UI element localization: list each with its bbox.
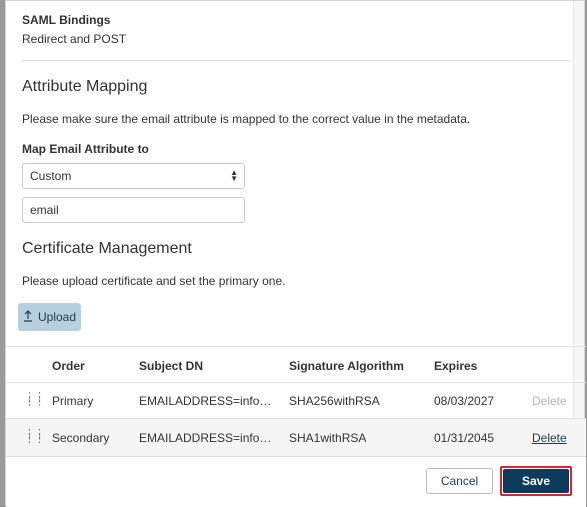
certificate-management-description: Please upload certificate and set the pr…: [22, 274, 286, 288]
attribute-mapping-heading: Attribute Mapping: [22, 78, 148, 95]
save-button[interactable]: Save: [503, 469, 569, 493]
email-attribute-select[interactable]: Custom ▲ ▼: [22, 163, 245, 189]
row-expires: 08/03/2027: [434, 394, 495, 408]
table-row: ⋮⋮⋮⋮ Primary EMAILADDRESS=info@okt… SHA2…: [6, 382, 586, 418]
row-subject-dn: EMAILADDRESS=info@okt…: [139, 394, 279, 408]
column-header-order: Order: [52, 359, 85, 373]
column-header-subject-dn: Subject DN: [139, 359, 204, 373]
row-order: Secondary: [52, 431, 110, 445]
table-row: ⋮⋮⋮⋮ Secondary EMAILADDRESS=info@okt… SH…: [6, 418, 586, 456]
email-attribute-input[interactable]: email: [22, 197, 245, 223]
column-header-expires: Expires: [434, 359, 478, 373]
saml-bindings-label: SAML Bindings: [22, 13, 111, 27]
cancel-button[interactable]: Cancel: [426, 468, 493, 494]
saml-bindings-value: Redirect and POST: [22, 32, 127, 46]
divider: [22, 60, 570, 61]
row-signature-algorithm: SHA1withRSA: [289, 431, 367, 445]
row-expires: 01/31/2045: [434, 431, 495, 445]
column-header-signature-algorithm: Signature Algorithm: [289, 359, 404, 373]
settings-modal: SAML Bindings Redirect and POST Attribut…: [5, 0, 586, 507]
map-email-label: Map Email Attribute to: [22, 142, 149, 156]
email-attribute-input-value: email: [30, 203, 59, 217]
row-subject-dn: EMAILADDRESS=info@okt…: [139, 431, 279, 445]
drag-handle-icon[interactable]: ⋮⋮ ⋮⋮: [24, 392, 45, 408]
table-header-row: Order Subject DN Signature Algorithm Exp…: [6, 346, 586, 382]
row-order: Primary: [52, 394, 94, 408]
upload-icon: [23, 309, 33, 325]
modal-footer: Cancel Save: [6, 456, 586, 507]
upload-button[interactable]: Upload: [18, 303, 81, 331]
attribute-mapping-description: Please make sure the email attribute is …: [22, 112, 471, 126]
drag-handle-icon[interactable]: ⋮⋮ ⋮⋮: [24, 429, 45, 445]
delete-link[interactable]: Delete: [532, 431, 567, 445]
row-signature-algorithm: SHA256withRSA: [289, 394, 380, 408]
delete-link-disabled: Delete: [532, 394, 567, 408]
certificate-management-heading: Certificate Management: [22, 240, 192, 257]
select-arrows-icon: ▲ ▼: [230, 168, 238, 183]
email-attribute-select-value: Custom: [30, 169, 72, 183]
upload-button-label: Upload: [37, 310, 77, 324]
